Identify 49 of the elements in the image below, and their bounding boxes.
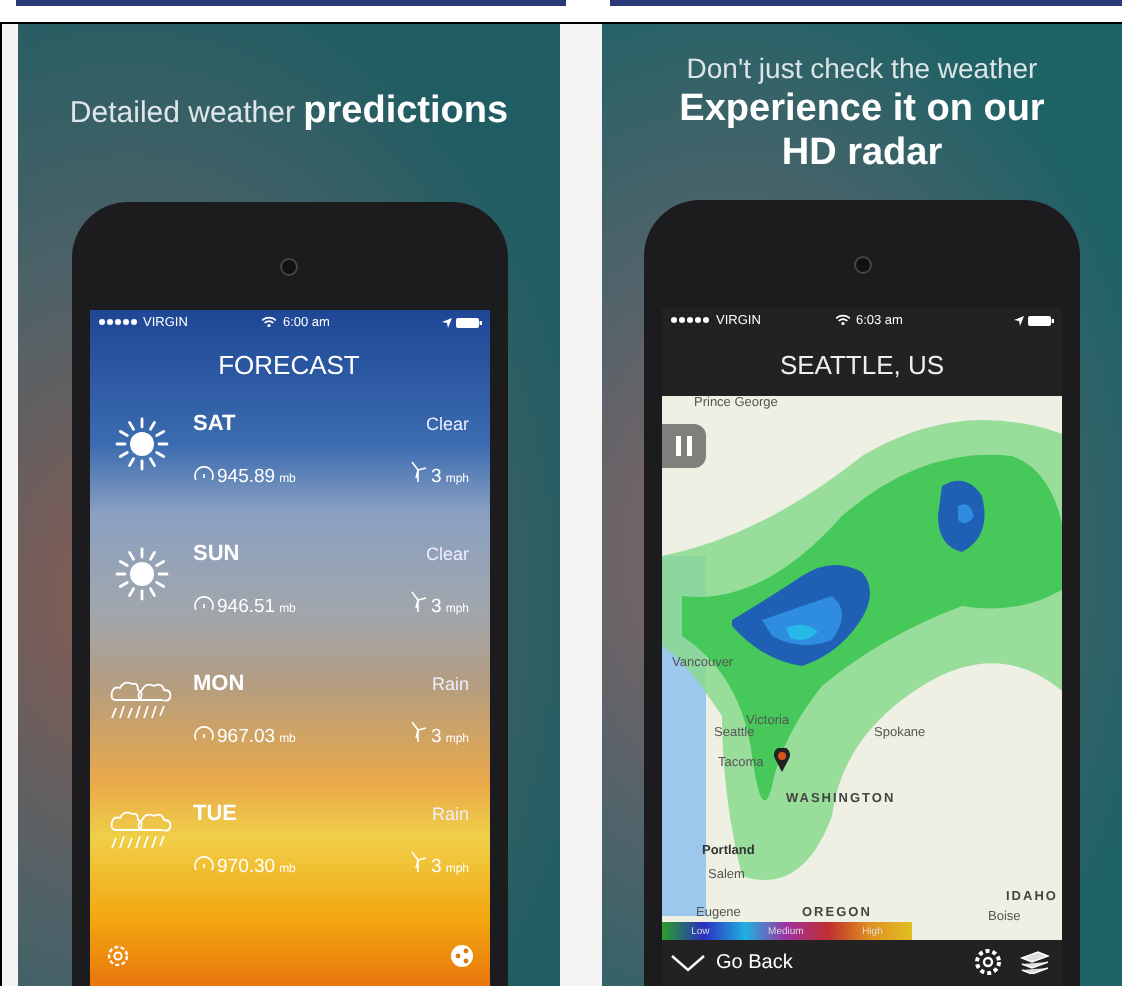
pressure-value: 967.03	[217, 726, 276, 748]
pressure-value: 945.89	[217, 466, 276, 488]
weather-condition: Rain	[431, 674, 469, 694]
location-arrow-icon	[441, 317, 451, 327]
day-name: MON	[193, 672, 245, 696]
location-arrow-icon	[1014, 315, 1024, 325]
day-name: SUN	[193, 542, 240, 566]
pause-icon	[676, 436, 692, 456]
weather-condition: Clear	[425, 544, 469, 564]
screen-title: SEATTLE, US	[777, 348, 947, 384]
layers-icon[interactable]	[1018, 950, 1050, 974]
headline: Experience it on our HD radar	[677, 88, 1047, 176]
wifi-icon	[262, 316, 277, 328]
map-pin-icon[interactable]	[774, 748, 790, 772]
caption: Don't just check the weather	[686, 52, 1038, 84]
wind-turbine-icon	[409, 590, 428, 612]
day-name: TUE	[193, 802, 237, 826]
wind-speed: 3	[431, 466, 442, 488]
day-name: SAT	[193, 412, 236, 436]
gauge-icon	[193, 726, 213, 742]
weather-condition: Clear	[425, 414, 469, 434]
wifi-icon	[835, 314, 850, 326]
battery-icon	[1028, 315, 1054, 325]
screen-title: FORECAST	[216, 348, 362, 384]
wind-speed: 3	[431, 726, 442, 748]
wind-turbine-icon	[409, 850, 428, 872]
weather-condition: Rain	[431, 804, 469, 824]
pressure-value: 946.51	[217, 596, 276, 618]
sun-icon	[113, 416, 169, 472]
sun-icon	[113, 546, 169, 602]
signal-icon	[670, 316, 710, 324]
chevron-down-icon	[670, 953, 706, 971]
share-icon[interactable]	[449, 944, 473, 968]
signal-icon	[97, 318, 137, 326]
gauge-icon	[193, 856, 213, 872]
pressure-value: 970.30	[217, 856, 276, 878]
battery-icon	[455, 317, 481, 327]
go-back-button[interactable]: Go Back	[670, 951, 793, 973]
wind-turbine-icon	[409, 720, 428, 742]
settings-icon[interactable]	[974, 948, 1002, 976]
caption: Detailed weather predictions	[69, 90, 509, 134]
gauge-icon	[193, 596, 213, 612]
camera-drawing	[280, 258, 298, 276]
camera-drawing	[853, 256, 871, 274]
gauge-icon	[193, 466, 213, 482]
wind-speed: 3	[431, 856, 442, 878]
wind-speed: 3	[431, 596, 442, 618]
wind-turbine-icon	[409, 460, 428, 482]
pause-button[interactable]	[662, 424, 706, 468]
